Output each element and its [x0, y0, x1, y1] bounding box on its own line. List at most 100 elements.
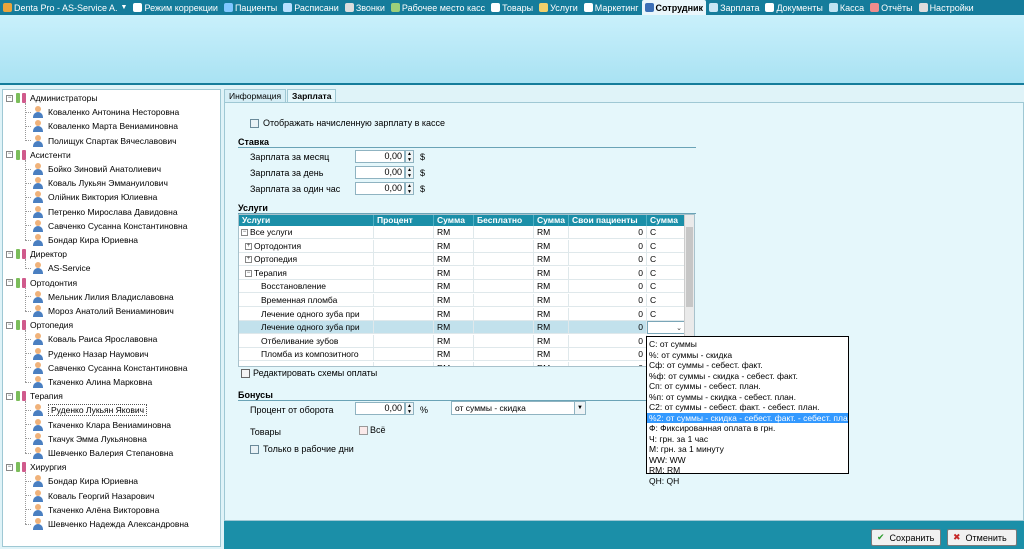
- grid-scrollbar-thumb[interactable]: [686, 227, 693, 307]
- table-cell[interactable]: [474, 348, 534, 362]
- grid-column-header[interactable]: Услуги: [239, 215, 374, 226]
- table-cell[interactable]: [474, 266, 534, 280]
- grid-column-header[interactable]: Сумма: [434, 215, 474, 226]
- menu-item-1[interactable]: Режим коррекции: [130, 0, 220, 15]
- table-cell[interactable]: 0: [569, 266, 647, 280]
- table-row[interactable]: + Ортодонтия RM RM 0 C: [239, 239, 686, 253]
- table-cell[interactable]: C: [647, 253, 686, 267]
- table-cell[interactable]: ⌄: [647, 321, 686, 335]
- show-in-cash-checkbox[interactable]: [250, 118, 259, 128]
- menu-item-0[interactable]: Denta Pro - AS-Service A. ▼: [0, 0, 130, 15]
- table-cell[interactable]: [374, 280, 434, 294]
- table-cell[interactable]: [474, 321, 534, 335]
- table-cell[interactable]: [374, 226, 434, 239]
- dropdown-option[interactable]: М: грн. за 1 минуту: [647, 444, 848, 455]
- table-row[interactable]: + Ортопедия RM RM 0 C: [239, 253, 686, 267]
- menu-item-12[interactable]: Касса: [826, 0, 867, 15]
- table-cell[interactable]: RM: [534, 321, 569, 335]
- tab-0[interactable]: Информация: [224, 89, 287, 103]
- table-cell[interactable]: RM: [434, 321, 474, 335]
- table-cell[interactable]: RM: [534, 239, 569, 253]
- collapse-icon[interactable]: −: [6, 463, 13, 471]
- table-cell[interactable]: RM: [434, 266, 474, 280]
- dropdown-option[interactable]: С2: от суммы - себест. факт. - себест. п…: [647, 402, 848, 413]
- tree-group[interactable]: − Ортодонтия: [6, 276, 77, 290]
- table-cell[interactable]: [374, 362, 434, 366]
- table-cell[interactable]: RM: [534, 280, 569, 294]
- table-cell[interactable]: C: [647, 280, 686, 294]
- tree-member[interactable]: Шевченко Надежда Александровна: [25, 517, 189, 531]
- collapse-icon[interactable]: −: [6, 250, 13, 258]
- table-cell[interactable]: RM: [534, 362, 569, 366]
- tree-group[interactable]: − Хирургия: [6, 460, 66, 474]
- table-cell[interactable]: RM: [434, 348, 474, 362]
- dropdown-option[interactable]: Сф: от суммы - себест. факт.: [647, 360, 848, 371]
- expand-icon[interactable]: +: [245, 256, 252, 264]
- menu-item-2[interactable]: Пациенты: [221, 0, 280, 15]
- dropdown-option[interactable]: %: от суммы - скидка: [647, 350, 848, 361]
- percent-mode-select[interactable]: от суммы - скидка ▼: [451, 401, 586, 415]
- rate-input[interactable]: 0,00: [355, 166, 405, 179]
- table-cell[interactable]: 0: [569, 348, 647, 362]
- table-row[interactable]: Отбеливание зубов RM RM 0: [239, 334, 686, 348]
- workdays-option[interactable]: Только в рабочие дни: [250, 444, 354, 454]
- dropdown-option[interactable]: QH: QH: [647, 476, 848, 487]
- collapse-icon[interactable]: −: [6, 94, 13, 102]
- table-row[interactable]: − Терапия RM RM 0 C: [239, 266, 686, 280]
- menu-item-8[interactable]: Маркетинг: [581, 0, 642, 15]
- tree-group[interactable]: − Администраторы: [6, 91, 97, 105]
- grid-column-header[interactable]: Свои пациенты: [569, 215, 647, 226]
- table-cell[interactable]: RM: [534, 294, 569, 307]
- menu-item-11[interactable]: Документы: [762, 0, 825, 15]
- table-cell[interactable]: C: [647, 307, 686, 321]
- tree-member[interactable]: Ткаченко Алина Марковна: [25, 375, 152, 389]
- table-row[interactable]: Пломба из композитного RM RM 0: [239, 348, 686, 362]
- table-cell[interactable]: C: [647, 266, 686, 280]
- save-button[interactable]: ✔ Сохранить: [871, 529, 941, 546]
- tree-member[interactable]: Ткачук Эмма Лукьяновна: [25, 432, 147, 446]
- tree-member[interactable]: Коваль Георгий Назарович: [25, 489, 154, 503]
- dropdown-option[interactable]: Ч: грн. за 1 час: [647, 434, 848, 445]
- cancel-button[interactable]: ✖ Отменить: [947, 529, 1017, 546]
- table-cell[interactable]: [474, 280, 534, 294]
- collapse-icon[interactable]: −: [6, 321, 13, 329]
- tree-member[interactable]: Коваленко Марта Вениаминовна: [25, 119, 178, 133]
- table-cell[interactable]: [374, 348, 434, 362]
- menu-item-14[interactable]: Настройки: [916, 0, 977, 15]
- collapse-icon[interactable]: −: [245, 270, 252, 278]
- rate-field[interactable]: 0,00 ▲ ▼: [355, 166, 414, 179]
- dropdown-option[interactable]: С: от суммы: [647, 339, 848, 350]
- tree-member[interactable]: Мороз Анатолий Вениаминович: [25, 304, 174, 318]
- grid-column-header[interactable]: Процент: [374, 215, 434, 226]
- percent-spinner[interactable]: ▲ ▼: [405, 402, 414, 415]
- rate-field[interactable]: 0,00 ▲ ▼: [355, 150, 414, 163]
- tree-member[interactable]: Руденко Лукьян Якович: [25, 403, 148, 417]
- table-row[interactable]: − Все услуги RM RM 0 C: [239, 226, 686, 239]
- table-row[interactable]: Лечение одного зуба при RM RM 0 C: [239, 307, 686, 321]
- table-cell[interactable]: 0: [569, 307, 647, 321]
- table-cell[interactable]: [474, 253, 534, 267]
- tree-member[interactable]: Коваль Раиса Ярославовна: [25, 332, 157, 346]
- table-cell[interactable]: 0: [569, 253, 647, 267]
- tree-group[interactable]: − Терапия: [6, 389, 63, 403]
- table-cell[interactable]: RM: [434, 239, 474, 253]
- tree-group[interactable]: − Ортопедия: [6, 318, 73, 332]
- menu-item-4[interactable]: Звонки: [342, 0, 388, 15]
- table-cell[interactable]: RM: [434, 307, 474, 321]
- table-cell[interactable]: [474, 239, 534, 253]
- tab-1[interactable]: Зарплата: [287, 89, 337, 103]
- table-cell[interactable]: 0: [569, 226, 647, 239]
- menu-item-6[interactable]: Товары: [488, 0, 536, 15]
- chevron-down-icon[interactable]: ▼: [121, 4, 128, 11]
- table-cell[interactable]: [474, 307, 534, 321]
- tree-group[interactable]: − Асистенти: [6, 148, 71, 162]
- tree-group[interactable]: − Директор: [6, 247, 67, 261]
- table-cell[interactable]: 0: [569, 280, 647, 294]
- dropdown-option[interactable]: %ф: от суммы - скидка - себест. факт.: [647, 371, 848, 382]
- rate-field[interactable]: 0,00 ▲ ▼: [355, 182, 414, 195]
- tree-member[interactable]: Полищук Спартак Вячеславович: [25, 134, 177, 148]
- chevron-down-icon[interactable]: ▼: [574, 402, 585, 414]
- employee-tree[interactable]: − Администраторы Коваленко Антонина Нестор…: [2, 89, 221, 547]
- menu-item-10[interactable]: Зарплата: [706, 0, 762, 15]
- tree-member[interactable]: Коваленко Антонина Несторовна: [25, 105, 179, 119]
